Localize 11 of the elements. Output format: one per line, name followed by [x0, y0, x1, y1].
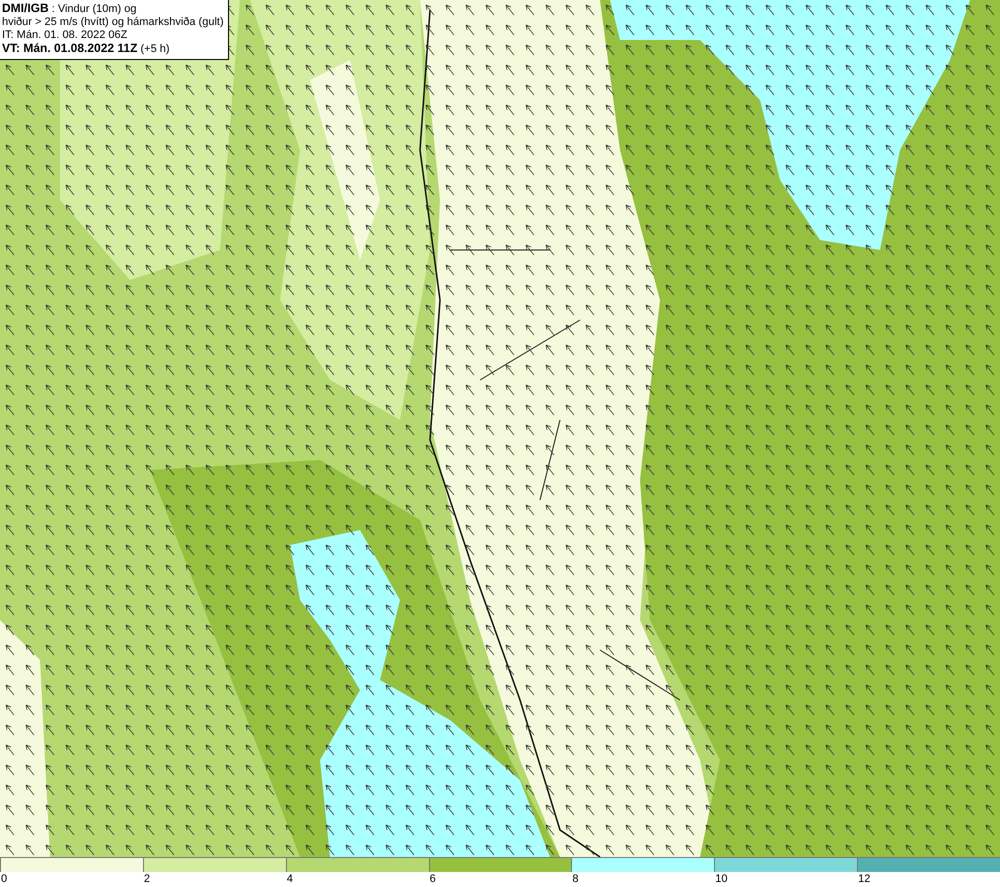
legend-label: 12 — [858, 873, 870, 885]
info-line: hviður > 25 m/s (hvítt) og hámarkshviða (gult) — [2, 16, 224, 29]
info-line: VT: Mán. 01.08.2022 11Z (+5 h) — [2, 42, 171, 56]
legend-label: 10 — [715, 873, 728, 885]
legend-label: 4 — [286, 873, 293, 885]
legend-label: 8 — [572, 873, 579, 885]
legend-label: 2 — [144, 873, 150, 885]
legend-label: 0 — [1, 873, 8, 885]
info-line: DMI/IGB : Vindur (10m) og — [2, 2, 138, 16]
info-line: IT: Mán. 01. 08. 2022 06Z — [2, 29, 128, 42]
legend-label: 6 — [430, 873, 436, 885]
